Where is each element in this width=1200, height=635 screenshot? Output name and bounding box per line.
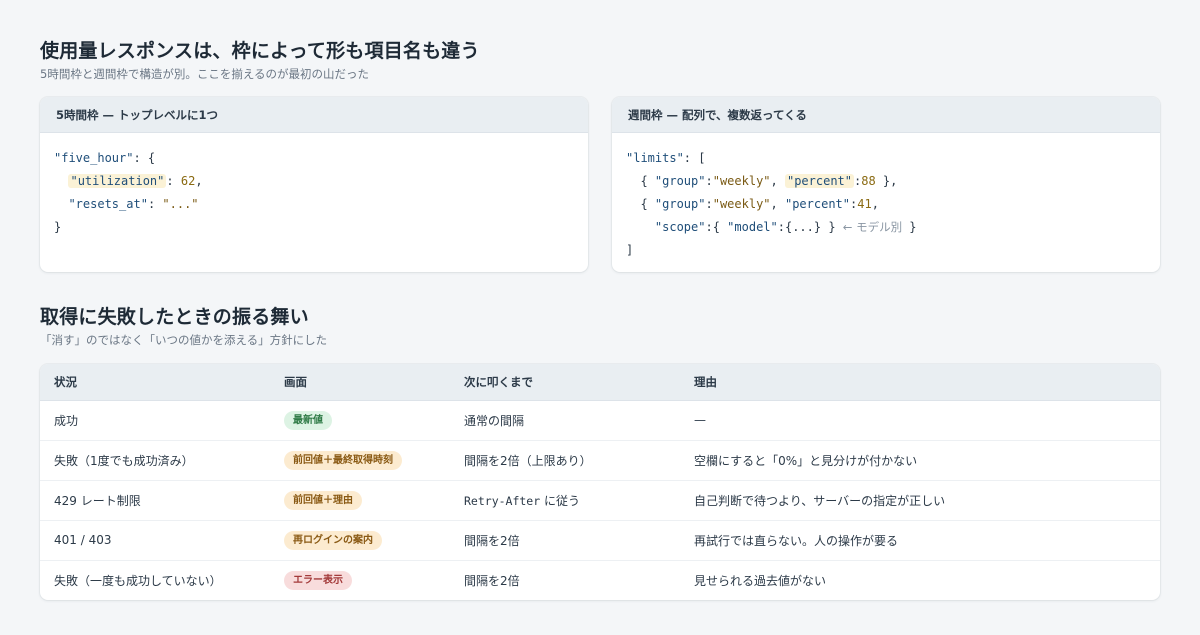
- code-punct: }: [54, 220, 62, 234]
- code-quote: ": [157, 174, 165, 188]
- cell-interval: 間隔を2倍: [450, 520, 680, 561]
- cell-situation: 401 / 403: [40, 520, 270, 561]
- code-comment: ← モデル別: [842, 220, 903, 234]
- status-badge: 最新値: [284, 410, 332, 430]
- code-punct: :: [705, 174, 713, 188]
- interval-suffix: に従う: [540, 493, 580, 508]
- code-key: "resets_at": [68, 197, 148, 211]
- code-punct: :: [705, 197, 713, 211]
- column-header-situation: 状況: [40, 364, 270, 401]
- code-key: "five_hour": [54, 151, 134, 165]
- status-badge: 前回値＋最終取得時刻: [284, 450, 402, 470]
- code-block: "limits": [ { "group":"weekly", "percent…: [612, 133, 1160, 262]
- section-subtitle: 「消す」のではなく「いつの値かを添える」方針にした: [40, 333, 328, 347]
- code-punct: :{...} }: [777, 220, 843, 234]
- section-subtitle: 5時間枠と週間枠で構造が別。ここを揃えるのが最初の山だった: [40, 67, 369, 81]
- cell-interval: 間隔を2倍（上限あり）: [450, 440, 680, 481]
- cell-screen: 再ログインの案内: [270, 520, 450, 561]
- status-badge: エラー表示: [284, 570, 352, 590]
- table-row: 失敗（一度も成功していない） エラー表示 間隔を2倍 見せられる過去値がない: [40, 560, 1160, 600]
- section-title: 使用量レスポンスは、枠によって形も項目名も違う: [40, 40, 480, 62]
- status-badge: 再ログインの案内: [284, 530, 382, 550]
- code-punct: :: [147, 197, 163, 211]
- cell-interval: Retry-After に従う: [450, 480, 680, 521]
- code-key-highlight: "utilization": [68, 174, 167, 188]
- cell-screen: 最新値: [270, 400, 450, 441]
- column-header-screen: 画面: [270, 364, 450, 401]
- cell-reason: 自己判断で待つより、サーバーの指定が正しい: [680, 480, 1160, 521]
- code-number: 41: [857, 197, 872, 211]
- code-punct: {: [640, 197, 655, 211]
- code-key: "scope": [654, 220, 706, 234]
- cell-reason: 再試行では直らない。人の操作が要る: [680, 520, 1160, 561]
- cell-situation: 失敗（一度も成功していない）: [54, 573, 222, 588]
- cell-situation: 成功: [40, 400, 270, 441]
- section-title: 取得に失敗したときの振る舞い: [40, 306, 309, 328]
- failure-behavior-table: 状況 画面 次に叩くまで 理由 成功 最新値 通常の間隔 — 失敗（1度でも成功…: [40, 364, 1160, 600]
- code-punct: : {: [133, 151, 156, 165]
- code-punct: :: [166, 174, 181, 188]
- code-punct: ]: [626, 243, 634, 257]
- card-header: 5時間枠 — トップレベルに1つ: [40, 97, 588, 133]
- table-header-row: 状況 画面 次に叩くまで 理由: [40, 364, 1160, 401]
- code-punct: :{: [705, 220, 728, 234]
- code-string: "weekly": [712, 197, 771, 211]
- cell-screen: 前回値＋理由: [270, 480, 450, 521]
- status-badge: 前回値＋理由: [284, 490, 362, 510]
- code-punct: },: [875, 174, 898, 188]
- code-key: utilization: [77, 174, 158, 188]
- table-row: 成功 最新値 通常の間隔 —: [40, 400, 1160, 441]
- code-block: "five_hour": { "utilization": 62, "reset…: [40, 133, 588, 239]
- card-header: 週間枠 — 配列で、複数返ってくる: [612, 97, 1160, 133]
- code-key: "group": [654, 174, 706, 188]
- code-key-highlight: "percent": [784, 174, 855, 188]
- cell-reason: 空欄にすると「0%」と見分けが付かない: [680, 440, 1160, 481]
- cell-screen: エラー表示: [270, 560, 450, 600]
- code-punct: ,: [871, 197, 879, 211]
- code-punct: ,: [195, 174, 203, 188]
- table-row: 失敗（1度でも成功済み） 前回値＋最終取得時刻 間隔を2倍（上限あり） 空欄にす…: [40, 440, 1160, 481]
- table-row: 429 レート制限 前回値＋理由 Retry-After に従う 自己判断で待つ…: [40, 480, 1160, 521]
- header-name-code: Retry-After: [464, 493, 541, 508]
- code-number: 62: [180, 174, 196, 188]
- cell-interval: 間隔を2倍: [464, 573, 520, 588]
- code-punct: : [: [683, 151, 706, 165]
- code-punct: {: [640, 174, 655, 188]
- column-header-reason: 理由: [680, 364, 1160, 401]
- code-quote: ": [70, 174, 78, 188]
- code-key: "group": [654, 197, 706, 211]
- cell-situation: 失敗（1度でも成功済み）: [40, 440, 270, 481]
- failure-behavior-table-card: 状況 画面 次に叩くまで 理由 成功 最新値 通常の間隔 — 失敗（1度でも成功…: [40, 364, 1160, 600]
- code-card-weekly: 週間枠 — 配列で、複数返ってくる "limits": [ { "group":…: [612, 97, 1160, 272]
- table-row: 401 / 403 再ログインの案内 間隔を2倍 再試行では直らない。人の操作が…: [40, 520, 1160, 561]
- cell-interval: 通常の間隔: [450, 400, 680, 441]
- code-card-five-hour: 5時間枠 — トップレベルに1つ "five_hour": { "utiliza…: [40, 97, 588, 272]
- code-string: "...": [162, 197, 199, 211]
- cell-screen: 前回値＋最終取得時刻: [270, 440, 450, 481]
- code-punct: }: [902, 220, 917, 234]
- code-key: "percent": [784, 197, 850, 211]
- code-string: "weekly": [712, 174, 771, 188]
- code-punct: ,: [770, 197, 785, 211]
- code-key: "model": [727, 220, 778, 234]
- cell-situation: 429 レート制限: [40, 480, 270, 521]
- cell-reason: —: [680, 400, 1160, 441]
- column-header-next-request: 次に叩くまで: [450, 364, 680, 401]
- code-punct: ,: [770, 174, 785, 188]
- code-number: 88: [861, 174, 876, 188]
- code-key: percent: [794, 174, 845, 188]
- code-key: "limits": [626, 151, 684, 165]
- code-quote: ": [844, 174, 853, 188]
- cell-reason: 見せられる過去値がない: [694, 573, 827, 588]
